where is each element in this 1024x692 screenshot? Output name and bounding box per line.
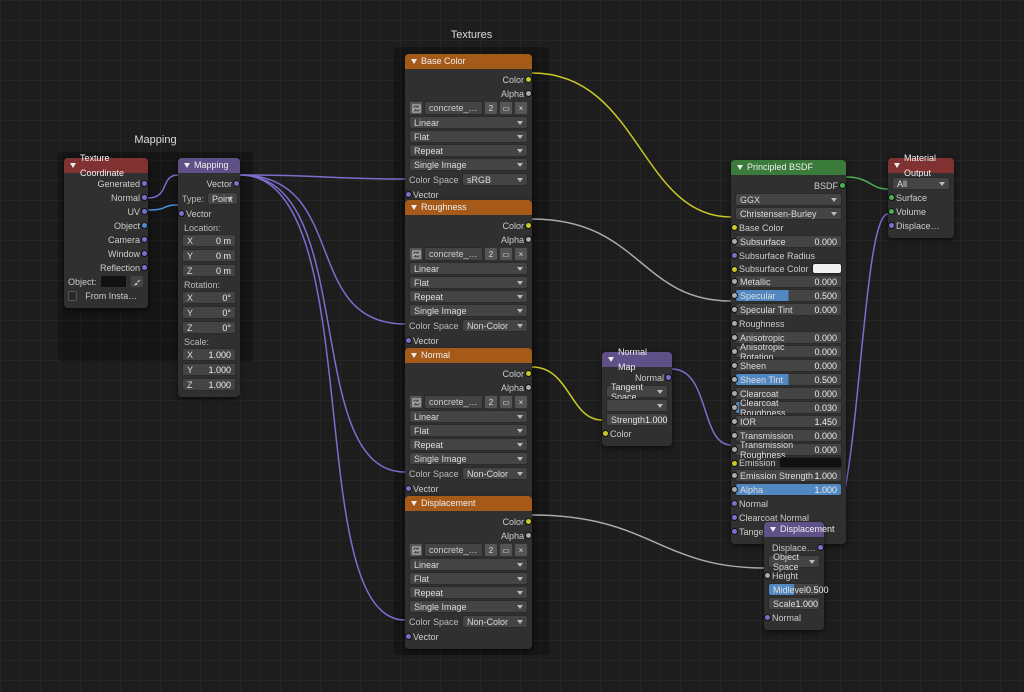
bsdf-input-normal: Normal bbox=[735, 497, 842, 510]
space-dropdown[interactable]: Object Space bbox=[768, 555, 820, 568]
frame-mapping-label: Mapping bbox=[58, 134, 253, 146]
socket-normal[interactable] bbox=[141, 194, 148, 201]
from-instancer-checkbox[interactable] bbox=[68, 291, 77, 301]
node-displacement[interactable]: Displacement Displacement Object Space H… bbox=[764, 522, 824, 630]
bsdf-input-base-color: Base Color bbox=[735, 221, 842, 234]
chevron-down-icon bbox=[411, 353, 417, 358]
socket-alpha[interactable] bbox=[525, 236, 532, 243]
eyedropper-icon[interactable] bbox=[130, 275, 144, 288]
socket-uv[interactable] bbox=[141, 208, 148, 215]
bsdf-ior[interactable]: IOR1.450 bbox=[735, 415, 842, 428]
bsdf-sheen-tint[interactable]: Sheen Tint0.500 bbox=[735, 373, 842, 386]
image-selector[interactable]: concrete_0015_ba... 2 ▭ × bbox=[409, 101, 528, 115]
chevron-down-icon bbox=[608, 357, 614, 362]
bsdf-specular-tint[interactable]: Specular Tint0.000 bbox=[735, 303, 842, 316]
socket-generated[interactable] bbox=[141, 180, 148, 187]
chevron-down-icon bbox=[70, 163, 76, 168]
socket-color[interactable] bbox=[525, 222, 532, 229]
socket-reflection[interactable] bbox=[141, 264, 148, 271]
frame-textures-label: Textures bbox=[394, 29, 549, 41]
node-mapping[interactable]: Mapping Vector Type:Point Vector Locatio… bbox=[178, 158, 240, 397]
chevron-down-icon bbox=[894, 163, 900, 168]
socket-vector-in[interactable] bbox=[178, 210, 185, 217]
close-icon[interactable]: × bbox=[514, 247, 528, 261]
image-icon[interactable] bbox=[409, 247, 423, 261]
bsdf-clearcoat-roughness[interactable]: Clearcoat Roughness0.030 bbox=[735, 401, 842, 414]
bsdf-transmission-roughness[interactable]: Transmission Roughness0.000 bbox=[735, 443, 842, 456]
close-icon[interactable]: × bbox=[514, 101, 528, 115]
location-vector[interactable]: X0 m Y0 m Z0 m bbox=[182, 233, 236, 278]
socket-camera[interactable] bbox=[141, 236, 148, 243]
open-icon[interactable]: ▭ bbox=[499, 247, 513, 261]
target-dropdown[interactable]: All bbox=[892, 177, 950, 190]
open-icon[interactable]: ▭ bbox=[499, 101, 513, 115]
image-icon[interactable] bbox=[409, 395, 423, 409]
bsdf-specular[interactable]: Specular0.500 bbox=[735, 289, 842, 302]
node-tex-displacement[interactable]: Displacement Color Alpha concrete_0015_h… bbox=[405, 496, 532, 649]
chevron-down-icon bbox=[770, 527, 776, 532]
interpolation-dropdown[interactable]: Linear bbox=[409, 116, 528, 129]
user-count-icon[interactable]: 2 bbox=[484, 101, 498, 115]
rotation-vector[interactable]: X0° Y0° Z0° bbox=[182, 290, 236, 335]
bsdf-sheen[interactable]: Sheen0.000 bbox=[735, 359, 842, 372]
chevron-down-icon bbox=[184, 163, 190, 168]
socket-alpha[interactable] bbox=[525, 90, 532, 97]
chevron-down-icon bbox=[737, 165, 743, 170]
bsdf-input-roughness: Roughness bbox=[735, 317, 842, 330]
image-selector[interactable]: concrete_0015_rou... 2 ▭ × bbox=[409, 247, 528, 261]
bsdf-metallic[interactable]: Metallic0.000 bbox=[735, 275, 842, 288]
node-normal-map[interactable]: Normal Map Normal Tangent Space Strength… bbox=[602, 352, 672, 446]
projection-dropdown[interactable]: Flat bbox=[409, 130, 528, 143]
color-swatch[interactable] bbox=[812, 263, 842, 274]
node-header: Texture Coordinate bbox=[64, 158, 148, 173]
bsdf-input-subsurface-radius: Subsurface Radius bbox=[735, 249, 842, 262]
socket-window[interactable] bbox=[141, 250, 148, 257]
node-tex-basecolor[interactable]: Base Color Color Alpha concrete_0015_ba.… bbox=[405, 54, 532, 207]
node-texture-coordinate[interactable]: Texture Coordinate Generated Normal UV O… bbox=[64, 158, 148, 308]
colorspace-dropdown[interactable]: sRGB bbox=[462, 173, 528, 186]
image-icon[interactable] bbox=[409, 543, 423, 557]
chevron-down-icon bbox=[411, 205, 417, 210]
type-dropdown[interactable]: Point bbox=[207, 192, 238, 205]
object-label: Object: bbox=[68, 277, 97, 287]
space-dropdown[interactable]: Tangent Space bbox=[606, 385, 668, 398]
midlevel-field[interactable]: Midlevel0.500 bbox=[768, 583, 820, 596]
node-header: Base Color bbox=[405, 54, 532, 69]
extension-dropdown[interactable]: Repeat bbox=[409, 144, 528, 157]
socket-vector-in[interactable] bbox=[405, 191, 412, 198]
bsdf-emission-strength[interactable]: Emission Strength1.000 bbox=[735, 469, 842, 482]
bsdf-anisotropic-rotation[interactable]: Anisotropic Rotation0.000 bbox=[735, 345, 842, 358]
scale-field[interactable]: Scale1.000 bbox=[768, 597, 820, 610]
node-material-output[interactable]: Material Output All Surface Volume Displ… bbox=[888, 158, 954, 238]
node-principled-bsdf[interactable]: Principled BSDF BSDF GGX Christensen-Bur… bbox=[731, 160, 846, 544]
bsdf-subsurface[interactable]: Subsurface0.000 bbox=[735, 235, 842, 248]
chevron-down-icon bbox=[411, 501, 417, 506]
distribution-dropdown[interactable]: GGX bbox=[735, 193, 842, 206]
scale-vector[interactable]: X1.000 Y1.000 Z1.000 bbox=[182, 347, 236, 392]
socket-color[interactable] bbox=[525, 76, 532, 83]
node-tex-roughness[interactable]: Roughness Color Alpha concrete_0015_rou.… bbox=[405, 200, 532, 353]
node-header: Mapping bbox=[178, 158, 240, 173]
color-swatch[interactable] bbox=[779, 457, 842, 468]
image-icon[interactable] bbox=[409, 101, 423, 115]
sss-method-dropdown[interactable]: Christensen-Burley bbox=[735, 207, 842, 220]
uvmap-dropdown[interactable] bbox=[606, 399, 668, 412]
chevron-down-icon bbox=[411, 59, 417, 64]
socket-vector-out[interactable] bbox=[233, 180, 240, 187]
frame-dropdown[interactable]: Single Image bbox=[409, 158, 528, 171]
node-tex-normal[interactable]: Normal Color Alpha concrete_0015_nor... … bbox=[405, 348, 532, 501]
socket-object[interactable] bbox=[141, 222, 148, 229]
bsdf-alpha[interactable]: Alpha1.000 bbox=[735, 483, 842, 496]
strength-field[interactable]: Strength1.000 bbox=[606, 413, 668, 426]
object-field[interactable] bbox=[100, 275, 127, 288]
